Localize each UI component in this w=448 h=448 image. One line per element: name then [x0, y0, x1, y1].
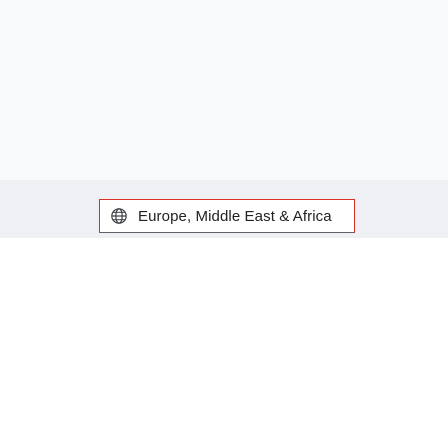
region-option-emea[interactable]: Europe, Middle East & Africa	[99, 199, 355, 233]
page: Europe, Middle East & Africa	[0, 0, 448, 448]
globe-icon	[110, 207, 128, 225]
empty-area	[0, 0, 448, 180]
region-label: Europe, Middle East & Africa	[138, 207, 332, 225]
